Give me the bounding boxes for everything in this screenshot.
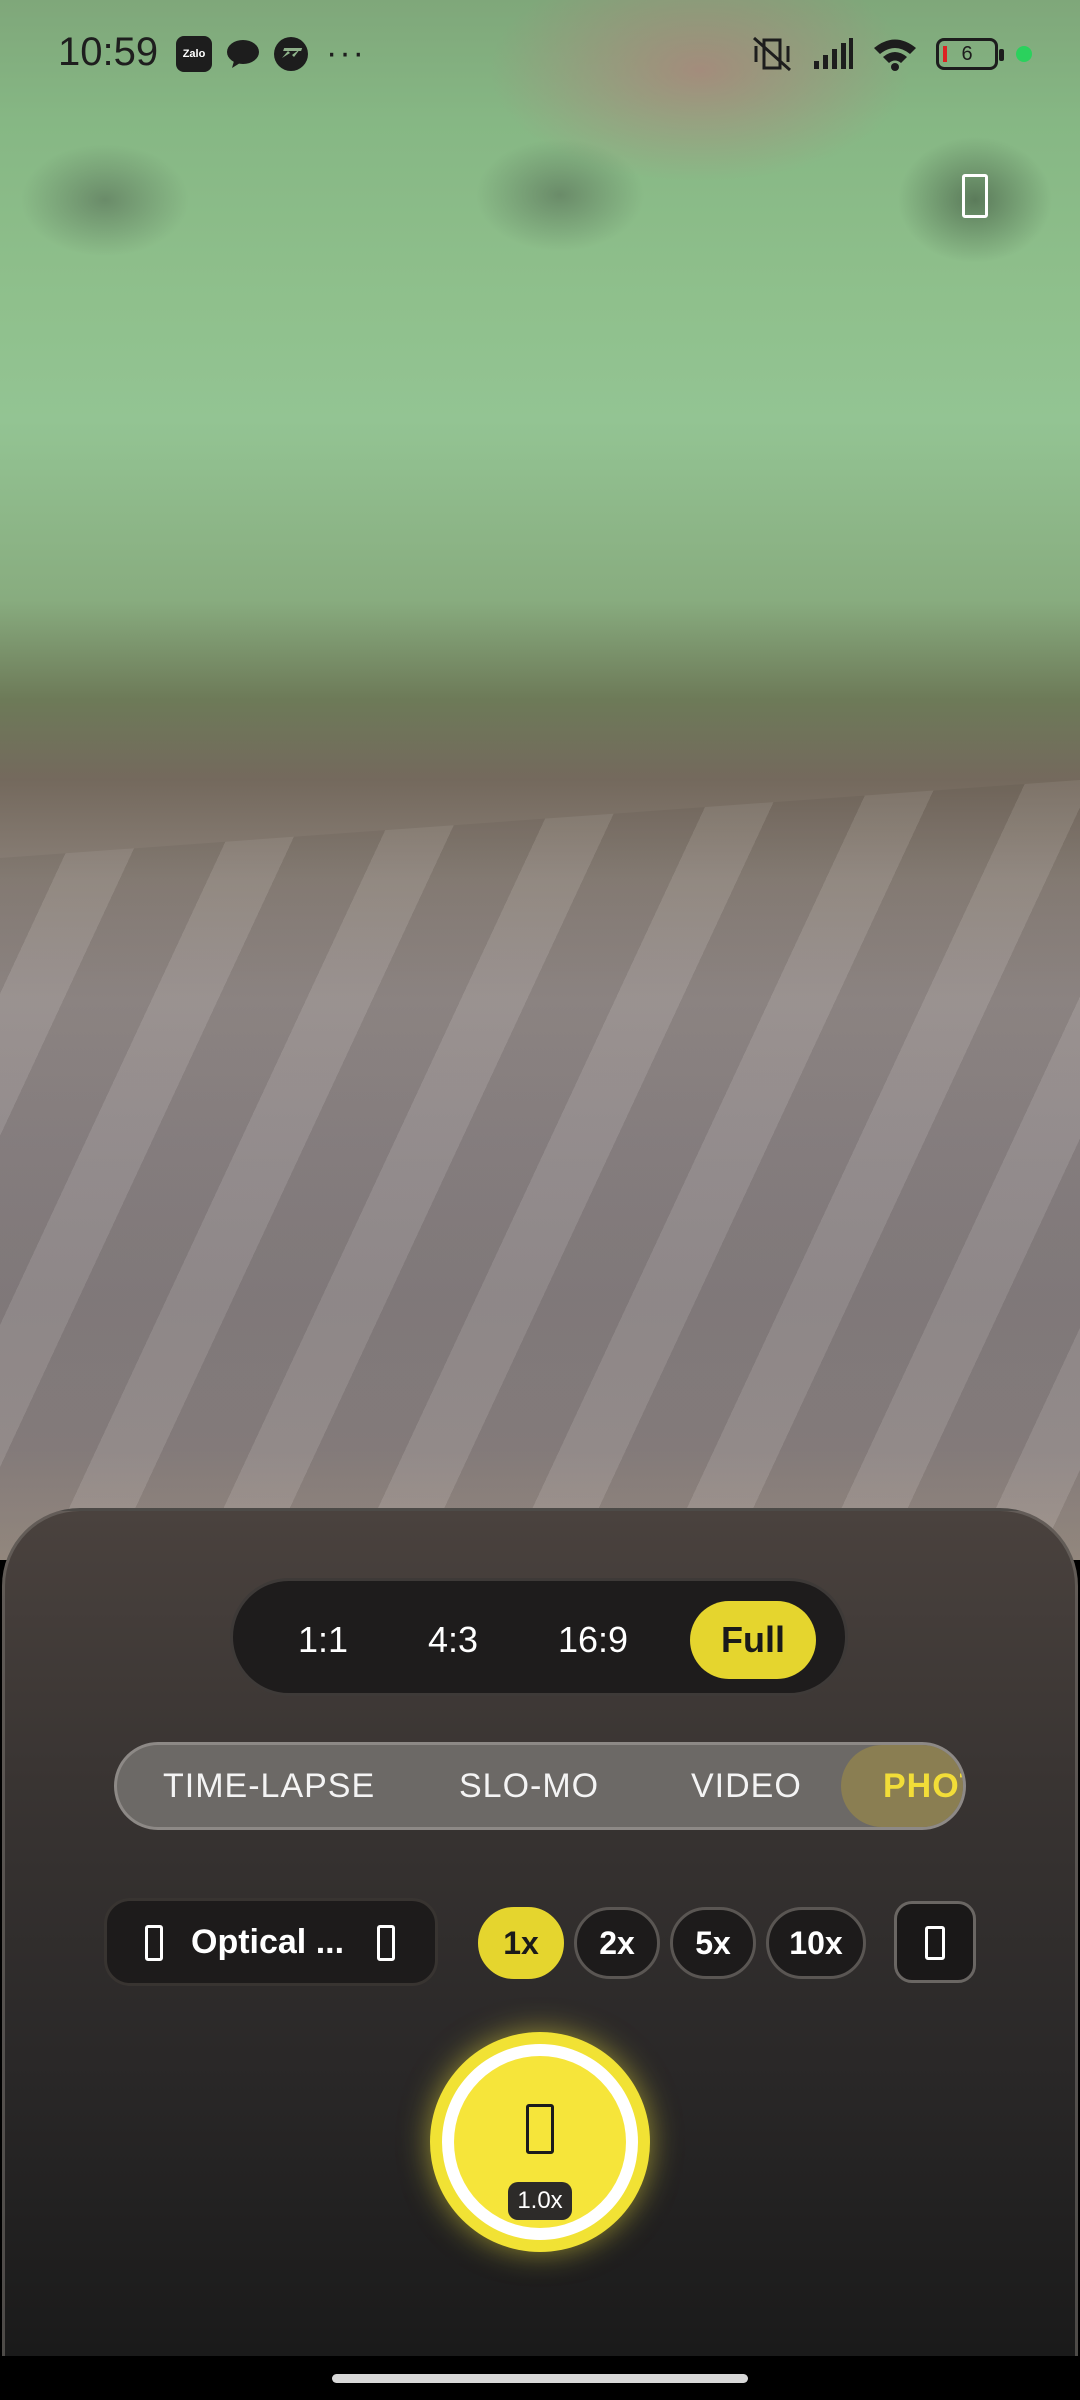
vibrate-mute-icon bbox=[753, 36, 791, 72]
aspect-option-4-3[interactable]: 4:3 bbox=[403, 1601, 503, 1679]
left-arrow-icon[interactable] bbox=[145, 1925, 163, 1961]
switch-camera-icon bbox=[925, 1926, 945, 1960]
right-arrow-icon[interactable] bbox=[377, 1925, 395, 1961]
aspect-option-full[interactable]: Full bbox=[690, 1601, 816, 1679]
mode-time-lapse[interactable]: TIME-LAPSE bbox=[163, 1745, 375, 1827]
aspect-ratio-selector: 1:1 4:3 16:9 Full bbox=[230, 1578, 848, 1696]
mode-video[interactable]: VIDEO bbox=[691, 1745, 802, 1827]
home-indicator[interactable] bbox=[332, 2374, 748, 2383]
mode-photo[interactable]: PHOT bbox=[883, 1745, 963, 1827]
signal-icon bbox=[814, 38, 853, 69]
messenger-icon bbox=[274, 36, 308, 71]
system-icons: 6 bbox=[750, 34, 1032, 74]
chat-bubble-icon bbox=[226, 39, 260, 69]
zoom-5x-button[interactable]: 5x bbox=[670, 1907, 756, 1979]
mode-slo-mo[interactable]: SLO-MO bbox=[459, 1745, 599, 1827]
status-bar: 10:59 Zalo ··· 6 bbox=[0, 0, 1080, 110]
aspect-option-16-9[interactable]: 16:9 bbox=[538, 1601, 648, 1679]
zoom-readout: 1.0x bbox=[508, 2182, 572, 2220]
privacy-dot-icon bbox=[1016, 46, 1032, 62]
switch-camera-button[interactable] bbox=[894, 1901, 976, 1983]
aspect-option-1-1[interactable]: 1:1 bbox=[273, 1601, 373, 1679]
more-notifications-icon: ··· bbox=[326, 34, 366, 72]
lens-selector[interactable]: Optical ... bbox=[104, 1898, 438, 1986]
wifi-icon bbox=[874, 39, 916, 71]
zoom-1x-button[interactable]: 1x bbox=[478, 1907, 564, 1979]
zoom-2x-button[interactable]: 2x bbox=[574, 1907, 660, 1979]
zalo-icon: Zalo bbox=[176, 35, 212, 72]
status-time: 10:59 bbox=[58, 30, 159, 74]
notification-icons: Zalo ··· bbox=[176, 34, 366, 73]
lens-selector-label: Optical ... bbox=[191, 1923, 345, 1961]
mode-selector: TIME-LAPSE SLO-MO VIDEO PHOT bbox=[114, 1742, 966, 1830]
shutter-icon bbox=[526, 2104, 554, 2154]
camera-viewfinder[interactable] bbox=[0, 0, 1080, 1560]
battery-icon: 6 bbox=[936, 38, 1004, 70]
zoom-10x-button[interactable]: 10x bbox=[766, 1907, 866, 1979]
rectangle-icon[interactable] bbox=[962, 174, 988, 218]
